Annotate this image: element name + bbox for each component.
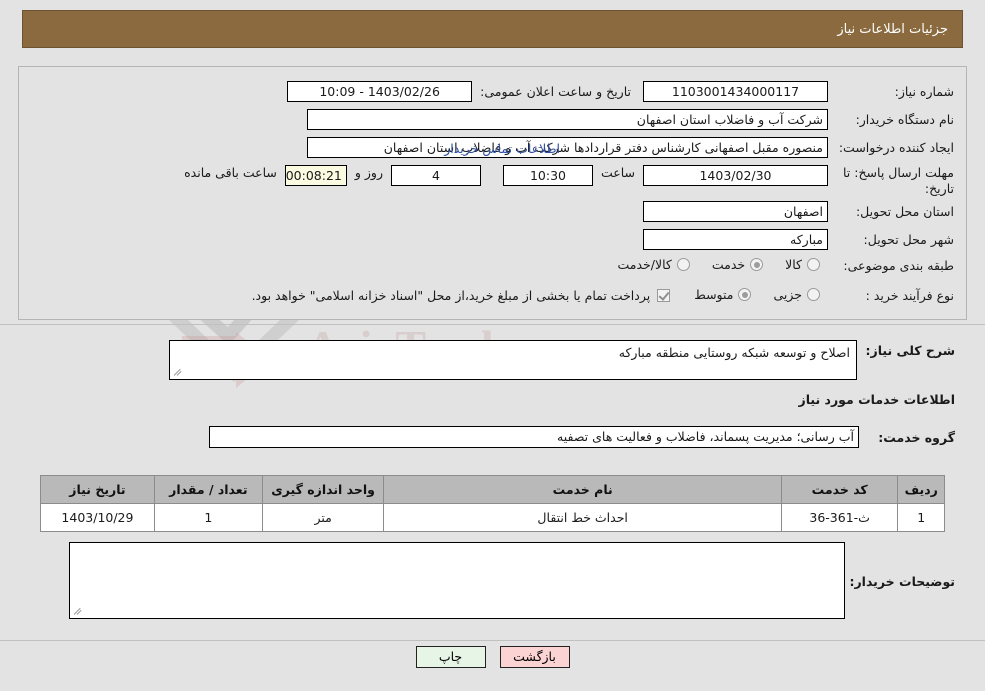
th-date: تاریخ نیاز (40, 475, 155, 504)
process-option-jozei-label: جزیی (773, 287, 802, 302)
radio-motavaset-icon[interactable] (738, 288, 752, 301)
cell-code: ث-361-36 (780, 503, 899, 532)
th-row: ردیف (897, 475, 945, 504)
need-summary-panel: شرح کلی نیاز: اصلاح و توسعه شبکه روستایی… (18, 326, 967, 464)
deadline-row: مهلت ارسال پاسخ: تا تاریخ: 1403/02/30 سا… (184, 165, 954, 197)
cell-name: احداث خط انتقال (383, 503, 782, 532)
province-value: اصفهان (643, 201, 828, 222)
services-heading: اطلاعات خدمات مورد نیاز (798, 392, 956, 407)
th-name: نام خدمت (383, 475, 782, 504)
service-group-label: گروه خدمت: (878, 429, 955, 445)
service-group-value: آب رسانی؛ مدیریت پسماند، فاضلاب و فعالیت… (209, 426, 859, 448)
process-option-motavaset[interactable]: متوسط (694, 287, 752, 302)
print-button[interactable]: چاپ (415, 646, 486, 668)
buyer-row: نام دستگاه خریدار: شرکت آب و فاضلاب استا… (307, 109, 954, 130)
payment-note-checkbox[interactable] (657, 289, 671, 302)
services-table-wrapper: ردیف کد خدمت نام خدمت واحد اندازه گیری ت… (40, 475, 945, 532)
need-number-label: شماره نیاز: (894, 84, 954, 99)
page-title: جزئیات اطلاعات نیاز (837, 21, 948, 37)
need-details-panel: شماره نیاز: 1103001434000117 تاریخ و ساع… (18, 66, 967, 320)
category-option-kala-khedmat[interactable]: کالا/خدمت (618, 257, 690, 272)
deadline-label: مهلت ارسال پاسخ: تا تاریخ: (843, 165, 954, 196)
cell-unit: متر (261, 503, 385, 532)
payment-note-text: پرداخت تمام یا بخشی از مبلغ خرید،از محل … (251, 288, 651, 303)
services-table-panel: ردیف کد خدمت نام خدمت واحد اندازه گیری ت… (18, 470, 967, 642)
deadline-time-value: 10:30 (502, 165, 593, 186)
resize-grip-icon-notes (73, 606, 83, 616)
cell-row: 1 (897, 503, 945, 532)
buyer-notes-row: توضیحات خریدار: (69, 542, 955, 619)
summary-row: شرح کلی نیاز: اصلاح و توسعه شبکه روستایی… (169, 340, 955, 380)
category-row: طبقه بندی موضوعی: کالا خدمت کالا/خدمت (600, 257, 954, 274)
category-option-khedmat[interactable]: خدمت (711, 257, 764, 272)
creator-value: منصوره مقبل اصفهانی کارشناس دفتر قرارداد… (307, 137, 828, 158)
announce-value: 1403/02/26 - 10:09 (287, 81, 473, 102)
divider-top (0, 324, 985, 325)
process-label: نوع فرآیند خرید : (865, 288, 954, 303)
category-option-kala-label: کالا (785, 257, 802, 272)
radio-kala-khedmat-icon[interactable] (676, 258, 690, 271)
cell-qty: 1 (153, 503, 263, 532)
table-header-row: ردیف کد خدمت نام خدمت واحد اندازه گیری ت… (40, 475, 945, 504)
process-row: نوع فرآیند خرید : جزیی متوسط پرداخت تمام… (252, 287, 954, 304)
buyer-label: نام دستگاه خریدار: (855, 112, 954, 127)
th-code: کد خدمت (780, 475, 899, 504)
days-label: روز و (354, 165, 383, 180)
announce-label: تاریخ و ساعت اعلان عمومی: (480, 84, 631, 99)
buyer-contact-link[interactable]: اطلاعات تماس خریدار (444, 141, 560, 156)
process-option-jozei[interactable]: جزیی (773, 287, 820, 302)
process-options: جزیی متوسط (676, 287, 820, 304)
services-heading-row: اطلاعات خدمات مورد نیاز (799, 392, 956, 407)
resize-grip-icon (173, 367, 183, 377)
days-value: 4 (390, 165, 481, 186)
need-number-value: 1103001434000117 (643, 81, 828, 102)
service-group-row: گروه خدمت: آب رسانی؛ مدیریت پسماند، فاضل… (209, 426, 955, 448)
summary-label: شرح کلی نیاز: (865, 343, 955, 358)
category-option-kala-khedmat-label: کالا/خدمت (617, 257, 672, 272)
summary-textarea[interactable]: اصلاح و توسعه شبکه روستایی منطقه مبارکه (169, 340, 857, 380)
deadline-date-value: 1403/02/30 (643, 165, 828, 186)
city-label: شهر محل تحویل: (863, 232, 954, 247)
page-header: جزئیات اطلاعات نیاز (22, 10, 963, 48)
buyer-notes-label: توضیحات خریدار: (849, 574, 955, 589)
radio-kala-icon[interactable] (807, 258, 820, 271)
th-qty: تعداد / مقدار (153, 475, 263, 504)
city-value: مبارکه (643, 229, 828, 250)
cell-date: 1403/10/29 (40, 503, 155, 532)
services-table: ردیف کد خدمت نام خدمت واحد اندازه گیری ت… (40, 475, 945, 532)
buyer-notes-textarea[interactable] (69, 542, 845, 619)
category-label: طبقه بندی موضوعی: (843, 258, 954, 273)
hour-label: ساعت (600, 165, 635, 180)
action-buttons: بازگشت چاپ (0, 646, 985, 668)
category-option-kala[interactable]: کالا (785, 257, 820, 272)
radio-khedmat-icon[interactable] (750, 258, 764, 271)
remaining-time-value: 00:08:21 (284, 165, 347, 186)
table-row: 1 ث-361-36 احداث خط انتقال متر 1 1403/10… (40, 503, 945, 532)
summary-value: اصلاح و توسعه شبکه روستایی منطقه مبارکه (618, 345, 850, 360)
category-option-khedmat-label: خدمت (711, 257, 746, 272)
announce-row: تاریخ و ساعت اعلان عمومی: 1403/02/26 - 1… (287, 81, 631, 102)
radio-jozei-icon[interactable] (807, 288, 820, 301)
th-unit: واحد اندازه گیری (261, 475, 385, 504)
remaining-label: ساعت باقی مانده (184, 165, 277, 180)
city-row: شهر محل تحویل: مبارکه (643, 229, 954, 250)
buyer-value: شرکت آب و فاضلاب استان اصفهان (307, 109, 828, 130)
province-label: استان محل تحویل: (855, 204, 954, 219)
process-option-motavaset-label: متوسط (694, 287, 734, 302)
need-number-row: شماره نیاز: 1103001434000117 (643, 81, 954, 102)
creator-row: ایجاد کننده درخواست: منصوره مقبل اصفهانی… (307, 137, 954, 158)
province-row: استان محل تحویل: اصفهان (643, 201, 954, 222)
category-options: کالا خدمت کالا/خدمت (600, 257, 820, 274)
back-button[interactable]: بازگشت (499, 646, 570, 668)
creator-label: ایجاد کننده درخواست: (838, 140, 954, 155)
